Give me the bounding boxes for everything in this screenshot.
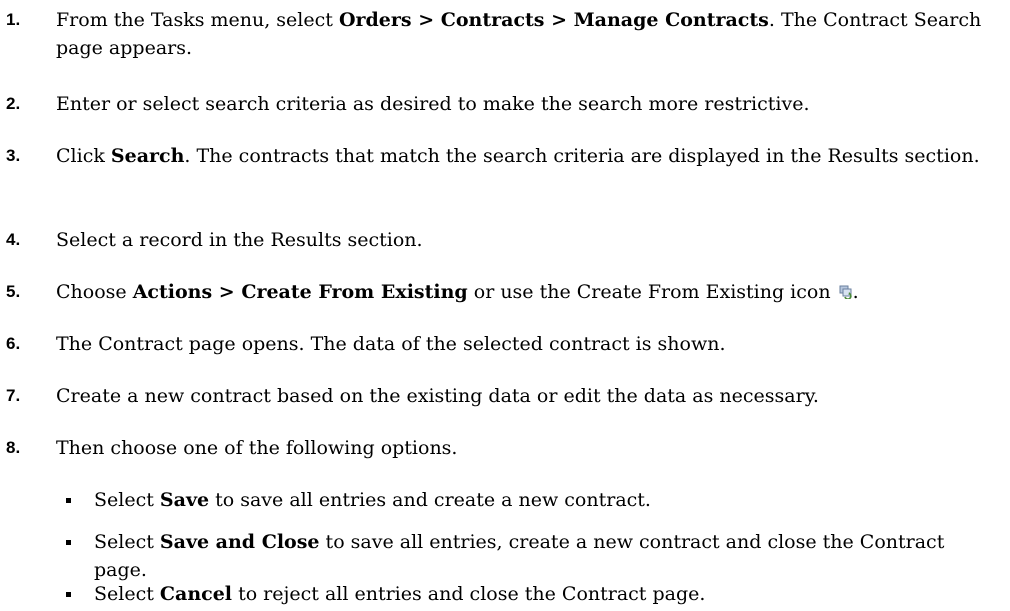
step-text: Create a new contract based on the exist… [56, 385, 819, 407]
step-text: The Contract page opens. The data of the… [56, 333, 726, 355]
bullet-icon [66, 592, 71, 597]
option-text: Select Save and Close to save all entrie… [94, 531, 945, 581]
option-text: Select Cancel to reject all entries and … [94, 583, 706, 605]
option-text: Select Save to save all entries and crea… [94, 489, 651, 511]
step-text: Select a record in the Results section. [56, 229, 423, 251]
step-number: 3. [6, 146, 21, 165]
step-text: Click Search. The contracts that match t… [56, 145, 980, 167]
step-text: From the Tasks menu, select Orders > Con… [56, 9, 982, 59]
create-from-existing-icon [839, 285, 853, 299]
step-text: Choose Actions > Create From Existing or… [56, 281, 859, 303]
step-number: 5. [6, 282, 21, 301]
step-number: 1. [6, 10, 21, 29]
step-number: 2. [6, 94, 21, 113]
bullet-icon [66, 540, 71, 545]
step-number: 7. [6, 386, 21, 405]
step-number: 6. [6, 334, 21, 353]
step-text: Enter or select search criteria as desir… [56, 93, 810, 115]
bullet-icon [66, 498, 71, 503]
step-number: 4. [6, 230, 21, 249]
step-number: 8. [6, 438, 21, 457]
step-text: Then choose one of the following options… [56, 437, 458, 459]
